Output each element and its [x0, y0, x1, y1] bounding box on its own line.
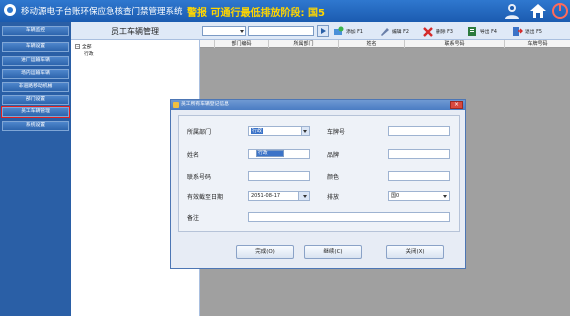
sidebar-item-nonroad-machinery[interactable]: 非道路移动机械 [2, 82, 69, 92]
exit-icon [512, 26, 523, 37]
column-header[interactable]: 姓名 [338, 40, 404, 48]
search-input[interactable] [248, 26, 314, 36]
dept-label: 所属部门 [187, 129, 212, 136]
brand-field[interactable] [388, 149, 450, 159]
page-title: 员工车辆管理 [111, 27, 159, 36]
emission-select[interactable]: 国0 [388, 191, 450, 201]
sidebar-item-internal-vehicles[interactable]: 场内运输车辆 [2, 69, 69, 79]
plate-field[interactable] [388, 126, 450, 136]
filter-dropdown[interactable] [202, 26, 246, 36]
add-label: 添加 F1 [346, 29, 363, 35]
sidebar-item-system-settings[interactable]: 系统设置 [2, 121, 69, 131]
edit-button[interactable]: 编辑 F2 [379, 24, 409, 38]
done-button[interactable]: 完成(O) [236, 245, 294, 259]
sidebar-item-incoming-vehicles[interactable]: 进厂运输车辆 [2, 56, 69, 66]
chevron-down-icon [240, 30, 244, 33]
power-icon[interactable] [551, 2, 569, 20]
close-icon[interactable]: × [450, 101, 463, 109]
dialog-title: 员工所有车辆登记信息 [181, 102, 229, 107]
remark-field[interactable] [248, 212, 450, 222]
continue-button[interactable]: 继续(C) [304, 245, 362, 259]
app-logo-icon [4, 4, 16, 16]
brand-label: 品牌 [327, 152, 340, 159]
tree-node-admin[interactable]: 行政 [84, 50, 94, 57]
window-icon [173, 102, 179, 108]
dialog-title-bar: 员工所有车辆登记信息 × [171, 100, 465, 110]
chevron-down-icon [303, 130, 307, 133]
sidebar-item-vehicle-settings[interactable]: 车辆设置 [2, 42, 69, 52]
dept-dropdown-button[interactable] [301, 127, 309, 135]
pencil-icon [379, 26, 390, 37]
dept-dropdown-list: 行政 [256, 150, 284, 157]
vehicle-registration-dialog: 员工所有车辆登记信息 × 所属部门 行政 车牌号 姓名 品牌 联系号码 颜色 有… [170, 99, 466, 269]
expiry-label: 有效截至日期 [187, 194, 224, 201]
delete-button[interactable]: 删除 F3 [423, 24, 453, 38]
tree-node-all[interactable]: − 全部 [75, 43, 92, 50]
exit-label: 退出 F5 [525, 29, 542, 35]
page-header: 员工车辆管理 添加 F1 编辑 F2 删除 F3 导出 F4 退出 F5 [71, 22, 570, 40]
emission-warning: 警报 可通行最低排放阶段: 国5 [187, 8, 325, 19]
dept-option[interactable]: 行政 [257, 151, 283, 156]
export-icon [467, 26, 478, 37]
chevron-down-icon [443, 195, 447, 198]
column-header[interactable]: 联系号码 [404, 40, 504, 48]
export-label: 导出 F4 [480, 29, 497, 35]
color-label: 颜色 [327, 174, 340, 181]
form-panel: 所属部门 行政 车牌号 姓名 品牌 联系号码 颜色 有效截至日期 2051-08… [178, 115, 460, 232]
add-button[interactable]: 添加 F1 [333, 24, 363, 38]
exit-button[interactable]: 退出 F5 [512, 24, 542, 38]
expiry-value: 2051-08-17 [251, 193, 281, 199]
add-icon [333, 26, 344, 37]
delete-label: 删除 F3 [436, 29, 453, 35]
sidebar: 车辆监控 车辆设置 进厂运输车辆 场内运输车辆 非道路移动机械 部门设置 员工车… [0, 22, 71, 316]
column-header[interactable]: 部门编码 [214, 40, 268, 48]
title-bar: 移动源电子台账环保应急核查门禁管理系统 警报 可通行最低排放阶段: 国5 [0, 0, 570, 22]
chevron-down-icon [303, 195, 307, 198]
sidebar-item-vehicle-monitor[interactable]: 车辆监控 [2, 26, 69, 36]
home-icon[interactable] [529, 2, 547, 20]
expiry-date-picker[interactable]: 2051-08-17 [248, 191, 310, 201]
column-header[interactable]: 所属部门 [268, 40, 338, 48]
edit-label: 编辑 F2 [392, 29, 409, 35]
search-button[interactable] [317, 25, 329, 37]
tree-child-label: 行政 [84, 52, 94, 57]
dept-value: 行政 [251, 128, 264, 134]
close-button[interactable]: 关闭(X) [386, 245, 444, 259]
emission-value: 国0 [391, 193, 400, 199]
remark-label: 备注 [187, 215, 200, 222]
delete-icon [423, 26, 434, 37]
color-field[interactable] [388, 171, 450, 181]
export-button[interactable]: 导出 F4 [467, 24, 497, 38]
phone-label: 联系号码 [187, 174, 212, 181]
sidebar-item-department-settings[interactable]: 部门设置 [2, 95, 69, 105]
name-label: 姓名 [187, 152, 200, 159]
emission-label: 排放 [327, 194, 340, 201]
dept-select[interactable]: 行政 [248, 126, 310, 136]
sidebar-item-employee-vehicles[interactable]: 员工车辆管理 [1, 106, 70, 118]
calendar-icon[interactable] [298, 192, 309, 200]
phone-field[interactable] [248, 171, 310, 181]
row-header [200, 40, 214, 48]
collapse-icon[interactable]: − [75, 44, 80, 49]
user-icon[interactable] [503, 2, 521, 20]
app-title: 移动源电子台账环保应急核查门禁管理系统 [21, 7, 183, 17]
grid-header: 部门编码 所属部门 姓名 联系号码 车牌号码 [200, 40, 570, 48]
column-header[interactable]: 车牌号码 [504, 40, 570, 48]
plate-label: 车牌号 [327, 129, 346, 136]
